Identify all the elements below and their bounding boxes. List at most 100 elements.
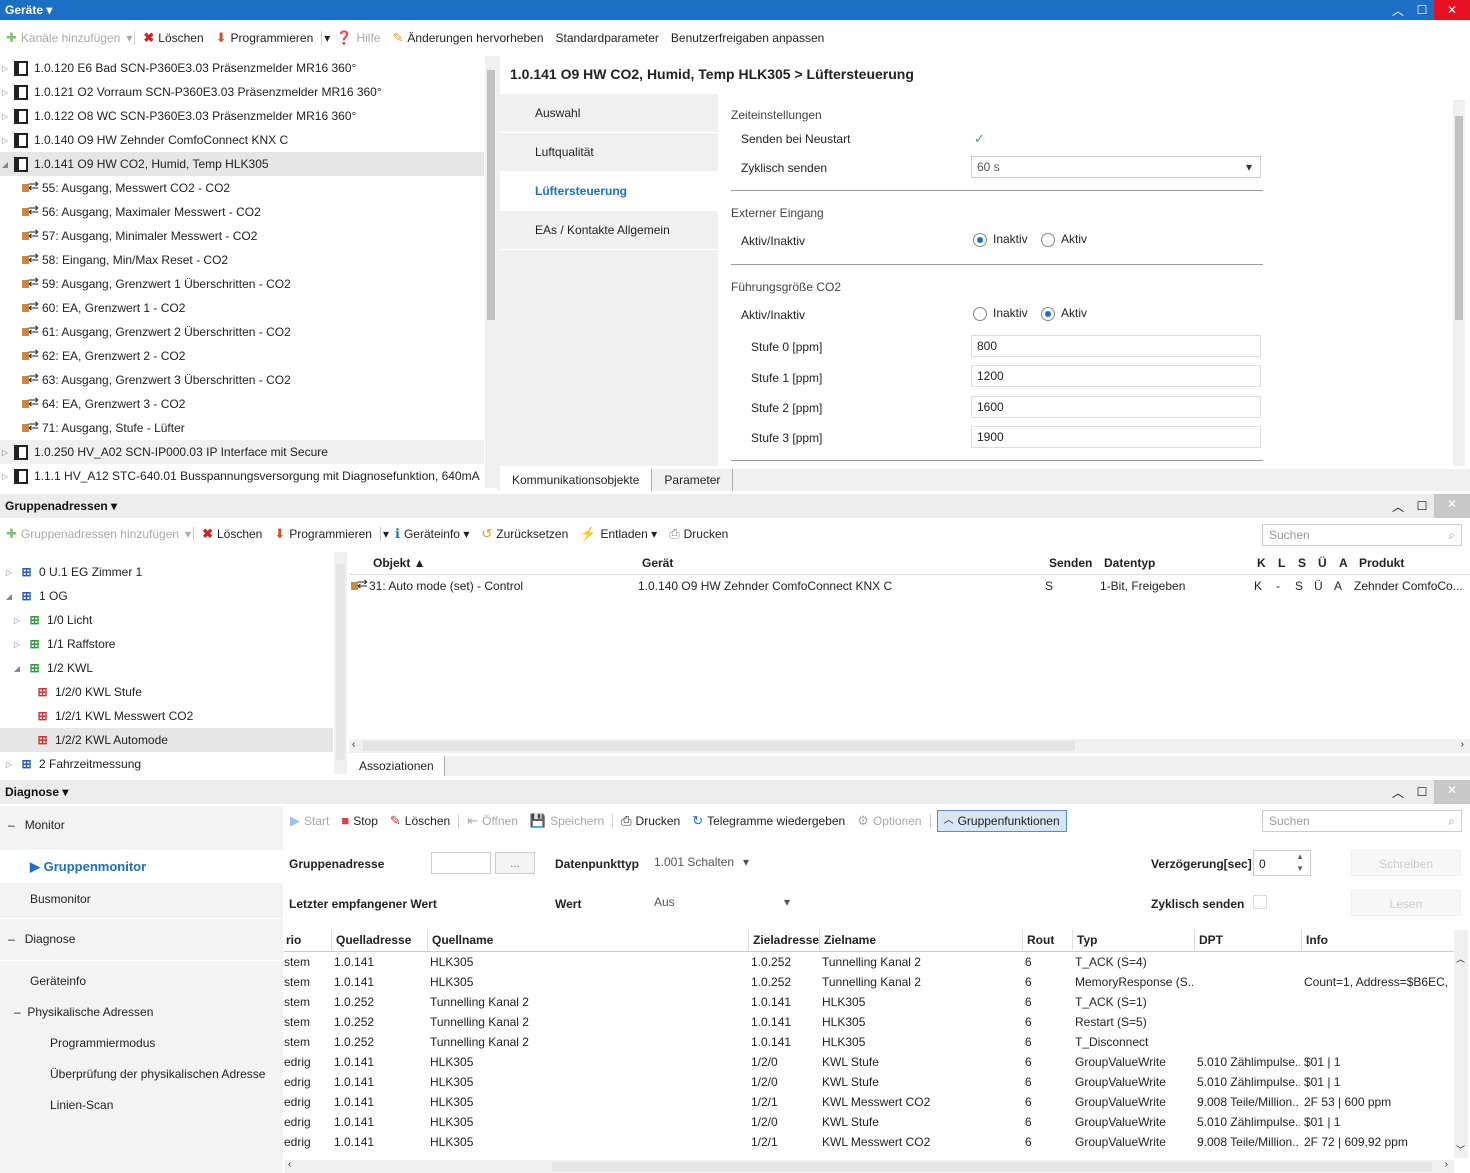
unload-button[interactable]: ⚡ Entladen ▾ xyxy=(574,523,663,545)
devices-title[interactable]: Geräte ▾ xyxy=(0,3,52,17)
col-product[interactable]: Produkt xyxy=(1359,552,1404,574)
tab-communication-objects[interactable]: Kommunikationsobjekte xyxy=(500,469,653,491)
start-button[interactable]: ▶ Start xyxy=(284,810,335,832)
expand-icon[interactable]: ▷ xyxy=(0,472,10,481)
col-header[interactable]: Quelladresse xyxy=(334,930,411,950)
comm-object-item[interactable]: 61: Ausgang, Grenzwert 2 Überschritten -… xyxy=(0,320,484,344)
collapse-icon[interactable]: ︿ xyxy=(1386,2,1410,19)
stufe0-input[interactable]: 800 xyxy=(971,335,1261,357)
diag-title[interactable]: Diagnose ▾ xyxy=(0,785,68,799)
delete-button[interactable]: ✖ Löschen xyxy=(196,523,268,545)
table-row[interactable]: stem 1.0.252 Tunnelling Kanal 2 1.0.141 HLK3… xyxy=(284,1035,1454,1055)
groups-search-input[interactable]: Suchen ⌕ xyxy=(1262,524,1462,546)
device-tree-item[interactable]: ▷ 1.1.1 HV_A12 STC-640.01 Busspannungsver… xyxy=(0,464,484,488)
col-header[interactable]: rio xyxy=(284,930,301,950)
comm-object-item[interactable]: 57: Ausgang, Minimaler Messwert - CO2 xyxy=(0,224,484,248)
dpt-select[interactable]: 1.001 Schalten ▾ xyxy=(649,852,755,874)
write-button[interactable]: Schreiben xyxy=(1351,850,1461,876)
open-button[interactable]: ⇤ Öffnen xyxy=(461,810,524,832)
param-nav-item[interactable]: Auswahl xyxy=(500,94,718,133)
expand-icon[interactable]: ▷ xyxy=(4,760,14,769)
expand-icon[interactable]: ▷ xyxy=(0,136,10,145)
col-datatype[interactable]: Datentyp xyxy=(1104,552,1155,574)
device-tree-item[interactable]: ▷ 1.0.121 O2 Vorraum SCN-P360E3.03 Präsen… xyxy=(0,80,484,104)
stufe1-input[interactable]: 1200 xyxy=(971,365,1261,387)
col-l[interactable]: L xyxy=(1278,552,1285,574)
table-row[interactable]: edrig 1.0.141 HLK305 1/2/1 KWL Messwert CO2 6… xyxy=(284,1095,1454,1115)
comm-object-item[interactable]: 58: Eingang, Min/Max Reset - CO2 xyxy=(0,248,484,272)
devices-tree-scrollbar[interactable] xyxy=(485,56,497,488)
nav-linescan[interactable]: Linien-Scan xyxy=(50,1098,113,1112)
col-header[interactable]: Zielname xyxy=(822,930,876,950)
table-row[interactable]: stem 1.0.252 Tunnelling Kanal 2 1.0.141 HLK3… xyxy=(284,995,1454,1015)
maximize-icon[interactable]: ☐ xyxy=(1410,785,1434,799)
nav-groupmonitor[interactable]: ▶ Gruppenmonitor xyxy=(30,859,146,875)
groups-grid-hscroll[interactable]: ‹ › xyxy=(349,739,1470,753)
print-button[interactable]: ⎙ Drucken xyxy=(615,810,686,832)
highlight-changes-button[interactable]: ✎ Änderungen hervorheben xyxy=(386,27,549,49)
group-tree-item[interactable]: ▷ ⊞ 1/0 Licht xyxy=(0,608,333,632)
telegram-hscroll[interactable]: ‹ › xyxy=(284,1159,1454,1173)
param-nav-item[interactable]: Lüftersteuerung xyxy=(500,172,718,211)
device-tree-item[interactable]: ▷ 1.0.250 HV_A02 SCN-IP000.03 IP Interfac… xyxy=(0,440,484,464)
col-header[interactable]: DPT xyxy=(1197,930,1223,950)
comm-object-item[interactable]: 63: Ausgang, Grenzwert 3 Überschritten -… xyxy=(0,368,484,392)
add-group-button[interactable]: ✚ Gruppenadressen hinzufügen xyxy=(0,523,185,545)
stop-button[interactable]: ■ Stop xyxy=(335,810,384,832)
collapse-icon[interactable]: ︿ xyxy=(1386,784,1410,801)
expand-icon[interactable]: ▷ xyxy=(12,616,22,625)
comm-object-item[interactable]: 71: Ausgang, Stufe - Lüfter xyxy=(0,416,484,440)
replay-button[interactable]: ↻ Telegramme wiedergeben xyxy=(686,810,851,832)
groups-tree-scrollbar[interactable] xyxy=(334,552,347,774)
table-row[interactable]: edrig 1.0.141 HLK305 1/2/1 KWL Messwert CO2 6… xyxy=(284,1135,1454,1155)
table-row[interactable]: edrig 1.0.141 HLK305 1/2/0 KWL Stufe 6 GroupVa… xyxy=(284,1115,1454,1135)
permissions-button[interactable]: Benutzerfreigaben anpassen xyxy=(665,27,830,49)
cyclic-send-checkbox[interactable] xyxy=(1253,895,1267,909)
delete-button[interactable]: ✎ Löschen xyxy=(384,810,456,832)
nav-physical[interactable]: – Physikalische Adressen xyxy=(14,1005,153,1019)
ga-input[interactable] xyxy=(431,852,491,874)
nav-busmonitor[interactable]: Busmonitor xyxy=(30,892,91,906)
cyclic-select[interactable]: 60 s ▾ xyxy=(971,156,1261,178)
table-row[interactable]: stem 1.0.141 HLK305 1.0.252 Tunnelling Kanal… xyxy=(284,975,1454,995)
group-tree-item[interactable]: ⊞ 1/2/2 KWL Automode xyxy=(0,728,333,752)
table-row[interactable]: stem 1.0.141 HLK305 1.0.252 Tunnelling Kanal… xyxy=(284,955,1454,975)
close-icon[interactable]: ✕ xyxy=(1434,0,1470,20)
param-scrollbar[interactable] xyxy=(1453,100,1465,466)
reset-button[interactable]: ↺ Zurücksetzen xyxy=(475,523,574,545)
comm-object-item[interactable]: 55: Ausgang, Messwert CO2 - CO2 xyxy=(0,176,484,200)
col-header[interactable]: Rout xyxy=(1025,930,1054,950)
device-tree-item[interactable]: ▷ 1.0.120 E6 Bad SCN-P360E3.03 Präsenzmel… xyxy=(0,56,484,80)
table-row[interactable]: edrig 1.0.141 HLK305 1/2/0 KWL Stufe 6 GroupVa… xyxy=(284,1075,1454,1095)
group-tree-item[interactable]: ▷ ⊞ 0 U.1 EG Zimmer 1 xyxy=(0,560,333,584)
comm-object-item[interactable]: 56: Ausgang, Maximaler Messwert - CO2 xyxy=(0,200,484,224)
collapse-icon[interactable]: ︿ xyxy=(1386,498,1410,515)
comm-object-item[interactable]: 60: EA, Grenzwert 1 - CO2 xyxy=(0,296,484,320)
group-tree-item[interactable]: ▷ ⊞ 1/1 Raffstore xyxy=(0,632,333,656)
table-row[interactable]: 31: Auto mode (set) - Control 1.0.140 O9… xyxy=(349,576,1470,596)
devinfo-button[interactable]: ℹ Geräteinfo ▾ xyxy=(389,523,475,545)
ext-active-radio[interactable] xyxy=(1041,232,1056,247)
delete-button[interactable]: ✖ Löschen xyxy=(137,27,209,49)
group-tree-item[interactable]: ▷ ⊞ 2 Fahrzeitmessung xyxy=(0,752,333,774)
col-device[interactable]: Gerät xyxy=(642,552,673,574)
col-header[interactable]: Info xyxy=(1304,930,1328,950)
table-row[interactable]: stem 1.0.252 Tunnelling Kanal 2 1.0.141 HLK3… xyxy=(284,1015,1454,1035)
comm-object-item[interactable]: 62: EA, Grenzwert 2 - CO2 xyxy=(0,344,484,368)
col-s[interactable]: S xyxy=(1298,552,1306,574)
nav-monitor[interactable]: – Monitor xyxy=(8,818,65,832)
comm-object-item[interactable]: 64: EA, Grenzwert 3 - CO2 xyxy=(0,392,484,416)
stufe3-input[interactable]: 1900 xyxy=(971,426,1261,448)
group-tree-item[interactable]: ◢ ⊞ 1 OG xyxy=(0,584,333,608)
read-button[interactable]: Lesen xyxy=(1351,890,1461,916)
col-send[interactable]: Senden xyxy=(1049,552,1092,574)
expand-icon[interactable]: ◢ xyxy=(4,592,14,601)
col-u[interactable]: Ü xyxy=(1318,552,1327,574)
program-button[interactable]: ⬇ Programmieren xyxy=(268,523,378,545)
ga-browse-button[interactable]: ... xyxy=(495,852,535,874)
col-header[interactable]: Zieladresse xyxy=(751,930,819,950)
value-select[interactable]: Aus ▾ xyxy=(649,892,796,914)
save-button[interactable]: 💾 Speichern xyxy=(524,810,610,832)
nav-devinfo[interactable]: Geräteinfo xyxy=(30,974,86,988)
ext-inactive-radio[interactable] xyxy=(973,232,987,247)
